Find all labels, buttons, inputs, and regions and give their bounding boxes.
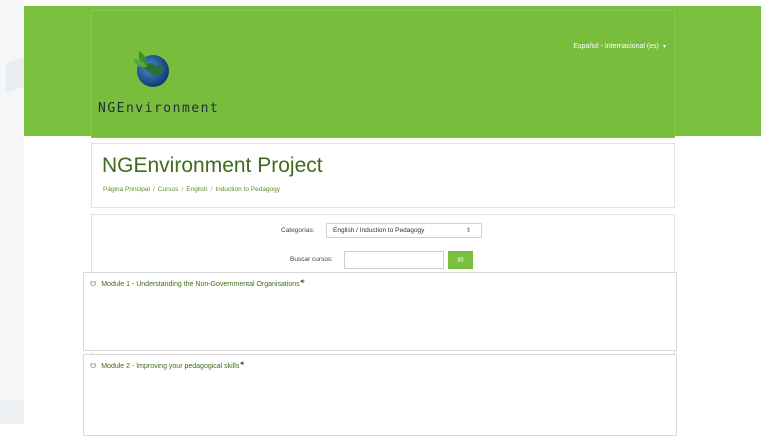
- logo-text: NGEnvironment: [98, 101, 220, 116]
- search-label: Buscar cursos:: [290, 256, 333, 263]
- category-row: Categorías: English / Induction to Pedag…: [92, 223, 674, 239]
- logo-globe-icon[interactable]: [129, 45, 173, 89]
- course-title: Module 1 - Understanding the Non-Governm…: [101, 280, 300, 288]
- course-title: Module 2 - Improving your pedagogical sk…: [101, 362, 240, 370]
- breadcrumb-separator: /: [152, 186, 155, 193]
- breadcrumb-home[interactable]: Página Principal: [103, 186, 150, 193]
- header-container: NGEnvironment Español - Internacional (e…: [91, 10, 675, 138]
- breadcrumb-separator: /: [181, 186, 184, 193]
- search-input[interactable]: [344, 251, 444, 269]
- breadcrumb-english[interactable]: English: [186, 186, 207, 193]
- category-label: Categorías:: [281, 227, 315, 234]
- page-title: NGEnvironment Project: [102, 154, 323, 177]
- breadcrumb-separator: /: [210, 186, 213, 193]
- language-menu[interactable]: Español - Internacional (es) ▾: [573, 43, 666, 50]
- speaker-icon: 🔊︎: [240, 360, 245, 367]
- breadcrumb-courses[interactable]: Cursos: [158, 186, 179, 193]
- go-button[interactable]: IR: [448, 251, 473, 269]
- decorative-shape: [0, 400, 24, 424]
- course-item: ☋ Module 1 - Understanding the Non-Gover…: [83, 272, 677, 351]
- search-row: Buscar cursos: IR: [92, 251, 674, 269]
- course-listing-card: Categorías: English / Induction to Pedag…: [83, 214, 677, 436]
- language-label: Español - Internacional (es): [573, 43, 659, 50]
- chevron-down-icon: ▾: [662, 44, 666, 50]
- site-header: NGEnvironment Español - Internacional (e…: [24, 6, 761, 138]
- course-icon: ☋: [90, 363, 97, 370]
- breadcrumb-induction[interactable]: Induction to Pedagogy: [215, 186, 280, 193]
- decorative-shape: [6, 56, 24, 94]
- course-link[interactable]: ☋ Module 2 - Improving your pedagogical …: [90, 360, 245, 371]
- side-decoration: [0, 0, 24, 424]
- category-select[interactable]: English / Induction to Pedagogy ⇕: [326, 223, 482, 238]
- course-link[interactable]: ☋ Module 1 - Understanding the Non-Gover…: [90, 278, 305, 289]
- category-selected-value: English / Induction to Pedagogy: [333, 227, 425, 234]
- course-icon: ☋: [90, 281, 97, 288]
- select-arrows-icon: ⇕: [465, 228, 471, 234]
- speaker-icon: 🔊︎: [300, 278, 305, 285]
- page-header-card: NGEnvironment Project Página Principal / C…: [91, 143, 675, 208]
- breadcrumb: Página Principal / Cursos / English / Inductio…: [103, 186, 280, 193]
